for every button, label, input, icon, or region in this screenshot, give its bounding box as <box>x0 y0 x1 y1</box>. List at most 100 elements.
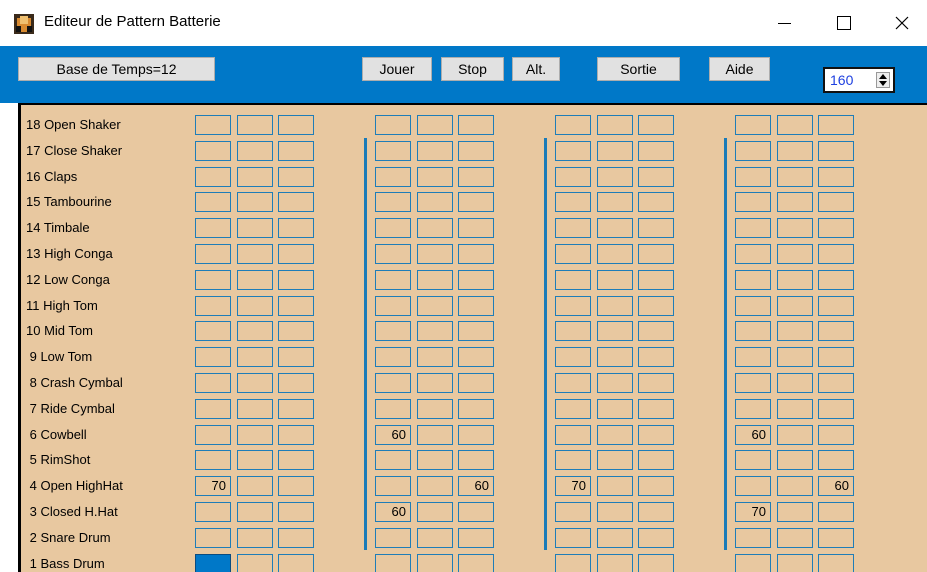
grid-cell[interactable] <box>776 450 813 471</box>
grid-cell[interactable]: 70 <box>555 476 591 497</box>
grid-cell[interactable] <box>555 321 591 342</box>
grid-cell[interactable] <box>416 244 453 264</box>
grid-cell[interactable] <box>236 192 273 213</box>
grid-cell[interactable] <box>195 527 231 548</box>
grid-cell[interactable] <box>195 321 231 342</box>
help-button[interactable]: Aide <box>709 57 770 81</box>
grid-cell[interactable] <box>596 321 633 342</box>
grid-cell[interactable] <box>596 295 633 316</box>
tempo-stepper[interactable]: 160 <box>823 67 895 93</box>
grid-cell[interactable] <box>735 269 771 290</box>
grid-cell[interactable] <box>236 527 273 548</box>
grid-cell[interactable] <box>776 166 813 187</box>
grid-cell[interactable] <box>416 373 453 393</box>
grid-cell[interactable] <box>236 218 273 239</box>
grid-cell[interactable] <box>278 295 314 316</box>
grid-cell[interactable] <box>555 269 591 290</box>
exit-button[interactable]: Sortie <box>597 57 680 81</box>
grid-cell[interactable] <box>236 502 273 522</box>
grid-cell[interactable] <box>458 166 494 187</box>
grid-cell[interactable] <box>555 115 591 135</box>
grid-cell[interactable] <box>416 502 453 522</box>
grid-cell[interactable] <box>555 553 591 572</box>
grid-cell[interactable] <box>236 115 273 135</box>
grid-cell[interactable] <box>555 424 591 445</box>
grid-cell[interactable] <box>416 115 453 135</box>
grid-cell[interactable] <box>596 140 633 161</box>
grid-cell[interactable] <box>375 347 411 368</box>
grid-cell[interactable] <box>278 347 314 368</box>
grid-cell[interactable] <box>236 295 273 316</box>
tempo-value[interactable]: 160 <box>830 72 853 88</box>
grid-cell[interactable] <box>375 115 411 135</box>
grid-cell[interactable] <box>195 269 231 290</box>
grid-cell[interactable] <box>638 321 674 342</box>
grid-cell[interactable] <box>776 502 813 522</box>
grid-cell[interactable] <box>195 553 231 572</box>
grid-cell[interactable] <box>596 192 633 213</box>
grid-cell[interactable] <box>735 553 771 572</box>
grid-cell[interactable] <box>638 166 674 187</box>
grid-cell[interactable] <box>776 192 813 213</box>
grid-cell[interactable] <box>638 450 674 471</box>
grid-cell[interactable] <box>375 192 411 213</box>
grid-cell[interactable] <box>416 295 453 316</box>
grid-cell[interactable] <box>416 218 453 239</box>
grid-cell[interactable] <box>555 218 591 239</box>
grid-cell[interactable] <box>375 295 411 316</box>
grid-cell[interactable] <box>818 373 854 393</box>
grid-cell[interactable] <box>195 398 231 419</box>
grid-cell[interactable] <box>375 476 411 497</box>
grid-cell[interactable]: 60 <box>818 476 854 497</box>
grid-cell[interactable] <box>638 140 674 161</box>
grid-cell[interactable] <box>555 244 591 264</box>
grid-cell[interactable] <box>278 140 314 161</box>
grid-cell[interactable] <box>776 476 813 497</box>
stop-button[interactable]: Stop <box>441 57 504 81</box>
grid-cell[interactable] <box>236 269 273 290</box>
grid-cell[interactable] <box>458 527 494 548</box>
grid-cell[interactable] <box>458 321 494 342</box>
grid-cell[interactable] <box>236 321 273 342</box>
grid-cell[interactable] <box>458 140 494 161</box>
grid-cell[interactable]: 60 <box>458 476 494 497</box>
grid-cell[interactable]: 60 <box>375 502 411 522</box>
grid-cell[interactable] <box>278 166 314 187</box>
grid-cell[interactable] <box>278 398 314 419</box>
grid-cell[interactable] <box>818 502 854 522</box>
grid-cell[interactable] <box>776 321 813 342</box>
grid-cell[interactable] <box>735 218 771 239</box>
grid-cell[interactable] <box>818 244 854 264</box>
grid-cell[interactable] <box>458 424 494 445</box>
grid-cell[interactable] <box>236 398 273 419</box>
grid-cell[interactable] <box>236 424 273 445</box>
grid-cell[interactable] <box>375 218 411 239</box>
grid-cell[interactable] <box>416 424 453 445</box>
grid-cell[interactable] <box>735 398 771 419</box>
grid-cell[interactable]: 70 <box>735 502 771 522</box>
grid-cell[interactable] <box>458 398 494 419</box>
grid-cell[interactable] <box>776 115 813 135</box>
grid-cell[interactable] <box>195 424 231 445</box>
spin-up-icon[interactable] <box>879 74 887 79</box>
grid-cell[interactable] <box>278 218 314 239</box>
grid-cell[interactable] <box>195 244 231 264</box>
timebase-button[interactable]: Base de Temps=12 <box>18 57 215 81</box>
grid-cell[interactable] <box>278 115 314 135</box>
grid-cell[interactable] <box>596 347 633 368</box>
grid-cell[interactable] <box>818 166 854 187</box>
grid-cell[interactable] <box>375 527 411 548</box>
grid-cell[interactable] <box>555 140 591 161</box>
grid-cell[interactable] <box>555 347 591 368</box>
grid-cell[interactable] <box>638 527 674 548</box>
grid-cell[interactable] <box>195 502 231 522</box>
grid-cell[interactable] <box>458 450 494 471</box>
grid-cell[interactable] <box>236 553 273 572</box>
alt-button[interactable]: Alt. <box>512 57 560 81</box>
grid-cell[interactable] <box>195 295 231 316</box>
grid-cell[interactable] <box>776 527 813 548</box>
grid-cell[interactable] <box>596 398 633 419</box>
grid-cell[interactable] <box>735 295 771 316</box>
grid-cell[interactable] <box>638 373 674 393</box>
grid-cell[interactable]: 60 <box>735 424 771 445</box>
